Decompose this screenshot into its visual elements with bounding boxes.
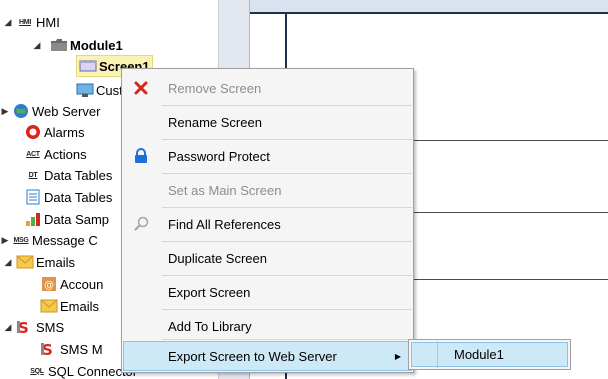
data-table-file-icon xyxy=(24,188,42,206)
menu-item-label: Set as Main Screen xyxy=(168,182,282,198)
menu-item-find-all-references[interactable]: Find All References xyxy=(123,207,412,241)
actions-icon: ACT xyxy=(26,150,40,158)
lock-icon xyxy=(129,144,153,168)
tree-item-web-server[interactable]: Web Server xyxy=(12,100,100,122)
menu-item-duplicate-screen[interactable]: Duplicate Screen xyxy=(123,241,412,275)
alarm-icon xyxy=(24,123,42,141)
submenu-item-module1[interactable]: Module1 xyxy=(411,342,568,367)
tree-item-data-samp[interactable]: Data Samp xyxy=(24,208,109,230)
menu-item-export-to-web-server[interactable]: Export Screen to Web Server ▶ xyxy=(123,341,412,371)
envelope-icon xyxy=(16,253,34,271)
menu-item-label: Duplicate Screen xyxy=(168,250,267,266)
tree-item-emails-child[interactable]: Emails xyxy=(40,295,99,317)
tree-item-hmi[interactable]: HMI HMI xyxy=(16,11,60,33)
collapse-arrow-icon[interactable]: ◢ xyxy=(3,322,13,332)
envelope-icon xyxy=(40,297,58,315)
menu-item-remove-screen[interactable]: Remove Screen xyxy=(123,71,412,105)
bar-chart-icon xyxy=(24,210,42,228)
menu-separator xyxy=(162,339,412,340)
expand-arrow-icon[interactable]: ▶ xyxy=(0,106,10,116)
tree-item-label: Web Server xyxy=(32,103,101,119)
hmi-icon: HMI xyxy=(19,18,31,26)
submenu-icon-column-separator xyxy=(437,341,438,368)
expand-arrow-icon[interactable]: ▶ xyxy=(0,235,10,245)
tree-item-label: SMS M xyxy=(60,341,103,357)
canvas-header xyxy=(250,0,608,14)
menu-item-label: Add To Library xyxy=(168,318,252,334)
tree-item-message-center[interactable]: MSG Message C xyxy=(12,229,98,251)
red-x-icon xyxy=(129,76,153,100)
sms-icon: S xyxy=(16,318,34,336)
magnifier-icon xyxy=(129,212,153,236)
svg-text:@: @ xyxy=(44,280,54,291)
collapse-arrow-icon[interactable]: ◢ xyxy=(32,40,42,50)
custom-screen-icon xyxy=(76,81,94,99)
data-table-icon: DT xyxy=(28,171,38,179)
tree-item-label: Data Samp xyxy=(44,211,110,227)
tree-item-label: Emails xyxy=(36,254,76,270)
tree-item-sms-messages[interactable]: S SMS M xyxy=(40,338,103,360)
tree-item-data-tables[interactable]: DT Data Tables xyxy=(24,164,113,186)
collapse-arrow-icon[interactable]: ◢ xyxy=(3,17,13,27)
menu-item-rename-screen[interactable]: Rename Screen xyxy=(123,105,412,139)
context-menu: Remove Screen Rename Screen Password Pro… xyxy=(121,68,414,373)
message-icon: MSG xyxy=(13,236,29,244)
sms-icon: S xyxy=(40,340,58,358)
tree-item-label: Emails xyxy=(60,298,100,314)
submenu: Module1 xyxy=(408,339,571,370)
folder-icon xyxy=(50,36,68,54)
menu-item-label: Export Screen xyxy=(168,284,251,300)
tree-item-label: Message C xyxy=(32,232,98,248)
tree-item-label: Alarms xyxy=(44,124,85,140)
tree-item-sms[interactable]: S SMS xyxy=(16,316,64,338)
account-icon: @ xyxy=(40,275,58,293)
menu-item-label: Remove Screen xyxy=(168,80,262,96)
tree-item-label: Actions xyxy=(44,146,87,162)
tree-item-data-tables-file[interactable]: Data Tables xyxy=(24,186,112,208)
screen-icon xyxy=(79,57,97,75)
menu-item-set-main-screen[interactable]: Set as Main Screen xyxy=(123,173,412,207)
tree-item-accounts[interactable]: @ Accoun xyxy=(40,273,103,295)
menu-item-label: Rename Screen xyxy=(168,114,262,130)
submenu-item-label: Module1 xyxy=(454,347,504,362)
tree-item-module1[interactable]: Module1 xyxy=(50,34,123,56)
tree-item-label: Data Tables xyxy=(44,167,113,183)
submenu-arrow-icon: ▶ xyxy=(394,351,401,361)
tree-item-label: Data Tables xyxy=(44,189,113,205)
tree-item-label: Module1 xyxy=(70,37,123,53)
tree-item-label: SMS xyxy=(36,319,65,335)
menu-item-export-screen[interactable]: Export Screen xyxy=(123,275,412,309)
menu-item-add-to-library[interactable]: Add To Library xyxy=(123,309,412,343)
sql-icon: SQL xyxy=(30,367,44,375)
tree-item-label: HMI xyxy=(36,14,60,30)
tree-item-alarms[interactable]: Alarms xyxy=(24,121,84,143)
menu-item-label: Find All References xyxy=(168,216,281,232)
menu-item-label: Export Screen to Web Server xyxy=(168,348,337,364)
collapse-arrow-icon[interactable]: ◢ xyxy=(3,257,13,267)
menu-item-label: Password Protect xyxy=(168,148,270,164)
tree-item-actions[interactable]: ACT Actions xyxy=(24,143,87,165)
menu-item-password-protect[interactable]: Password Protect xyxy=(123,139,412,173)
tree-item-label: Accoun xyxy=(60,276,104,292)
globe-icon xyxy=(12,102,30,120)
tree-item-emails[interactable]: Emails xyxy=(16,251,75,273)
